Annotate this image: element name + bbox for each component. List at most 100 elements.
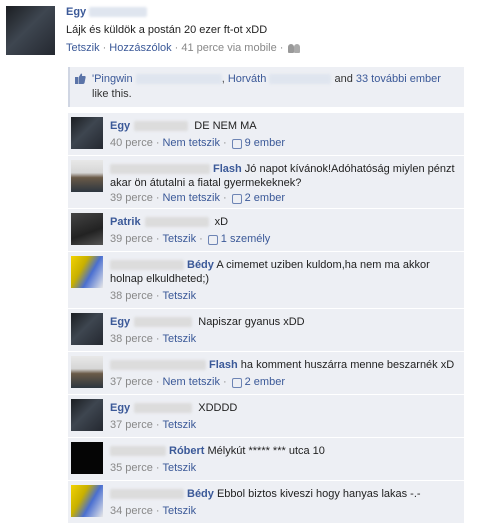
comment-time[interactable]: 35 perce <box>110 462 153 474</box>
post-meta: Tetszik · Hozzászólok · 41 perce via mob… <box>66 42 490 54</box>
comment-text-block: Bédy A cimemet uziben kuldom,ha nem ma a… <box>110 258 458 286</box>
commenter-name[interactable]: Egy <box>110 120 130 132</box>
author-avatar[interactable] <box>6 6 55 55</box>
redacted-name <box>134 403 193 414</box>
comment-meta: 39 perce · Tetszik · 1 személy <box>110 233 271 245</box>
like-count-icon <box>231 378 242 388</box>
comment-time[interactable]: 38 perce <box>110 333 153 345</box>
commenter-avatar[interactable] <box>71 356 103 388</box>
comment-message: Napiszar gyanus xDD <box>198 316 305 328</box>
redacted-name <box>89 7 148 18</box>
comment-meta: 37 perce · Tetszik <box>110 419 197 431</box>
comment-time[interactable]: 39 perce <box>110 192 153 204</box>
comment-like-link[interactable]: Nem tetszik <box>162 192 219 204</box>
comment-meta: 34 perce · Tetszik <box>110 505 197 517</box>
comment-like-count[interactable]: 2 ember <box>245 376 285 388</box>
commenter-name[interactable]: Flash <box>209 359 238 371</box>
comment-like-link[interactable]: Nem tetszik <box>162 376 219 388</box>
comment-time[interactable]: 39 perce <box>110 233 153 245</box>
comment-like-link[interactable]: Tetszik <box>162 419 196 431</box>
comment-time[interactable]: 34 perce <box>110 505 153 517</box>
comment-like-link[interactable]: Tetszik <box>162 462 196 474</box>
comment-like-link[interactable]: Tetszik <box>162 333 196 345</box>
post-message: Lájk és küldök a postán 20 ezer ft-ot xD… <box>66 24 268 36</box>
redacted-name <box>134 121 189 132</box>
comment-meta: 35 perce · Tetszik <box>110 462 197 474</box>
like-link[interactable]: Tetszik <box>66 42 100 54</box>
redacted-name <box>110 446 166 457</box>
comment-meta: 37 perce · Nem tetszik · 2 ember <box>110 376 285 388</box>
commenter-avatar[interactable] <box>71 399 103 431</box>
comment-message: ha komment huszárra menne beszarnék xD <box>240 359 455 371</box>
comment-message: XDDDD <box>198 402 238 414</box>
comment-message: Mélykút ***** *** utca 10 <box>207 445 325 457</box>
comment: Egy Napiszar gyanus xDD 38 perce · Tetszik <box>68 308 464 351</box>
comment-time[interactable]: 37 perce <box>110 376 153 388</box>
comment-meta: 38 perce · Tetszik <box>110 290 197 302</box>
commenter-avatar[interactable] <box>71 313 103 345</box>
likes-summary: 'Pingwin , Horváth and 33 további ember … <box>68 67 464 107</box>
comment: Bédy Ebbol biztos kiveszi hogy hanyas la… <box>68 480 464 523</box>
comment-text-block: Egy DE NEM MA <box>110 119 458 133</box>
post: Egy Lájk és küldök a postán 20 ezer ft-o… <box>6 6 490 66</box>
comment-like-link[interactable]: Tetszik <box>162 290 196 302</box>
comment-like-count[interactable]: 1 személy <box>221 233 271 245</box>
comment-like-count[interactable]: 9 ember <box>245 137 285 149</box>
other-likers-link[interactable]: 33 további ember <box>356 73 441 85</box>
commenter-avatar[interactable] <box>71 256 103 288</box>
commenter-name[interactable]: Egy <box>110 316 130 328</box>
comment-text-block: Róbert Mélykút ***** *** utca 10 <box>110 444 458 458</box>
commenter-name[interactable]: Patrik <box>110 216 141 228</box>
comment-time[interactable]: 38 perce <box>110 290 153 302</box>
liker-name-2[interactable]: Horváth <box>228 73 267 85</box>
redacted-name <box>110 489 184 500</box>
comment-like-link[interactable]: Nem tetszik <box>162 137 219 149</box>
commenter-avatar[interactable] <box>71 442 103 474</box>
comment-time[interactable]: 37 perce <box>110 419 153 431</box>
comment-text-block: Bédy Ebbol biztos kiveszi hogy hanyas la… <box>110 487 458 501</box>
post-author-name[interactable]: Egy <box>66 6 86 18</box>
commenter-name[interactable]: Egy <box>110 402 130 414</box>
comment-text-block: Flash Jó napot kívánok!Adóhatóság miylen… <box>110 162 458 190</box>
commenter-avatar[interactable] <box>71 117 103 149</box>
comment-like-link[interactable]: Tetszik <box>162 505 196 517</box>
comment-message: Ebbol biztos kiveszi hogy hanyas lakas -… <box>216 488 421 500</box>
post-time[interactable]: 41 perce via mobile <box>181 42 276 54</box>
commenter-name[interactable]: Flash <box>213 163 242 175</box>
thumbs-up-icon <box>75 73 86 84</box>
redacted-name <box>110 164 210 175</box>
redacted-name <box>144 217 209 228</box>
comment: Patrik xD 39 perce · Tetszik · 1 személy <box>68 208 464 251</box>
comment: Flash ha komment huszárra menne beszarné… <box>68 351 464 394</box>
comment-like-link[interactable]: Tetszik <box>162 233 196 245</box>
comment-time[interactable]: 40 perce <box>110 137 153 149</box>
commenter-name[interactable]: Róbert <box>169 445 204 457</box>
like-count-icon <box>207 235 218 245</box>
comment: Flash Jó napot kívánok!Adóhatóság miylen… <box>68 155 464 208</box>
like-count-icon <box>231 139 242 149</box>
commenter-avatar[interactable] <box>71 160 103 192</box>
comment-link[interactable]: Hozzászólok <box>109 42 171 54</box>
comment: Róbert Mélykút ***** *** utca 10 35 perce… <box>68 437 464 480</box>
comment-meta: 39 perce · Nem tetszik · 2 ember <box>110 192 285 204</box>
comment-text-block: Egy XDDDD <box>110 401 458 415</box>
comment-text-block: Flash ha komment huszárra menne beszarné… <box>110 358 458 372</box>
commenter-avatar[interactable] <box>71 213 103 245</box>
commenter-avatar[interactable] <box>71 485 103 517</box>
comment-message: DE NEM MA <box>194 120 257 132</box>
redacted-name <box>110 260 184 271</box>
feedback-area: 'Pingwin , Horváth and 33 további ember … <box>68 67 464 107</box>
comment-like-count[interactable]: 2 ember <box>245 192 285 204</box>
comment-message: xD <box>214 216 229 228</box>
liker-name-1[interactable]: 'Pingwin <box>92 73 133 85</box>
post-body: Egy Lájk és küldök a postán 20 ezer ft-o… <box>66 6 490 54</box>
commenter-name[interactable]: Bédy <box>187 259 214 271</box>
commenter-name[interactable]: Bédy <box>187 488 214 500</box>
comment-text-block: Egy Napiszar gyanus xDD <box>110 315 458 329</box>
redacted-name <box>134 317 193 328</box>
comment-meta: 40 perce · Nem tetszik · 9 ember <box>110 137 285 149</box>
redacted-name <box>110 360 206 371</box>
comment-text-block: Patrik xD <box>110 215 458 229</box>
comment-meta: 38 perce · Tetszik <box>110 333 197 345</box>
comment: Bédy A cimemet uziben kuldom,ha nem ma a… <box>68 251 464 308</box>
